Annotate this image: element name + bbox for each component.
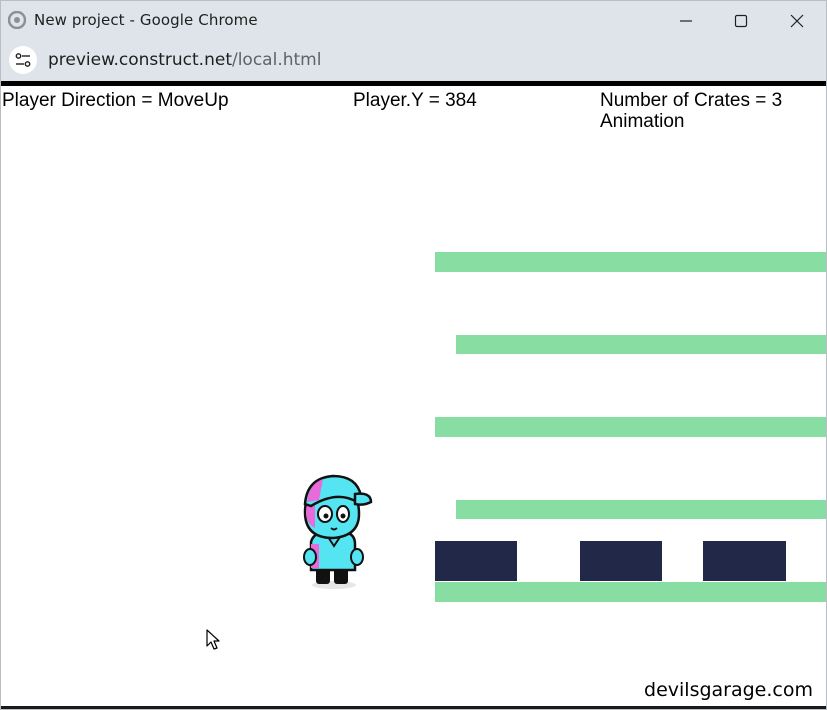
platform — [456, 500, 826, 519]
url-path: /local.html — [231, 50, 322, 70]
platform — [456, 335, 826, 354]
platform — [435, 582, 826, 602]
title-bar: New project - Google Chrome — [1, 1, 826, 40]
hud-crate-count: Number of Crates = 3 — [600, 90, 783, 111]
close-button[interactable] — [769, 1, 825, 40]
address-bar: preview.construct.net/local.html — [1, 40, 826, 81]
platform — [435, 417, 826, 437]
tune-icon — [15, 53, 31, 67]
minimize-icon — [680, 19, 692, 22]
site-info-button[interactable] — [9, 46, 37, 74]
maximize-button[interactable] — [713, 1, 769, 40]
hud-animation: Animation — [600, 111, 685, 132]
platform — [435, 252, 826, 272]
mouse-pointer-icon — [206, 629, 220, 650]
crate — [703, 541, 786, 581]
viewport-bottom-edge — [1, 706, 826, 709]
browser-window: New project - Google Chrome preview.cons… — [0, 0, 827, 710]
url-field[interactable]: preview.construct.net/local.html — [48, 50, 321, 70]
watermark: devilsgarage.com — [644, 679, 813, 701]
window-title: New project - Google Chrome — [34, 11, 258, 29]
close-icon — [790, 14, 804, 27]
game-canvas[interactable]: Player Direction = MoveUp Player.Y = 384… — [1, 81, 826, 709]
url-host: preview.construct.net — [48, 50, 232, 70]
maximize-icon — [734, 14, 748, 27]
crate — [580, 541, 662, 581]
hud-player-y: Player.Y = 384 — [353, 90, 477, 111]
chrome-app-icon — [8, 11, 26, 29]
minimize-button[interactable] — [658, 1, 714, 40]
hud-player-direction: Player Direction = MoveUp — [2, 90, 229, 111]
crate — [435, 541, 517, 581]
player-character — [303, 474, 373, 589]
